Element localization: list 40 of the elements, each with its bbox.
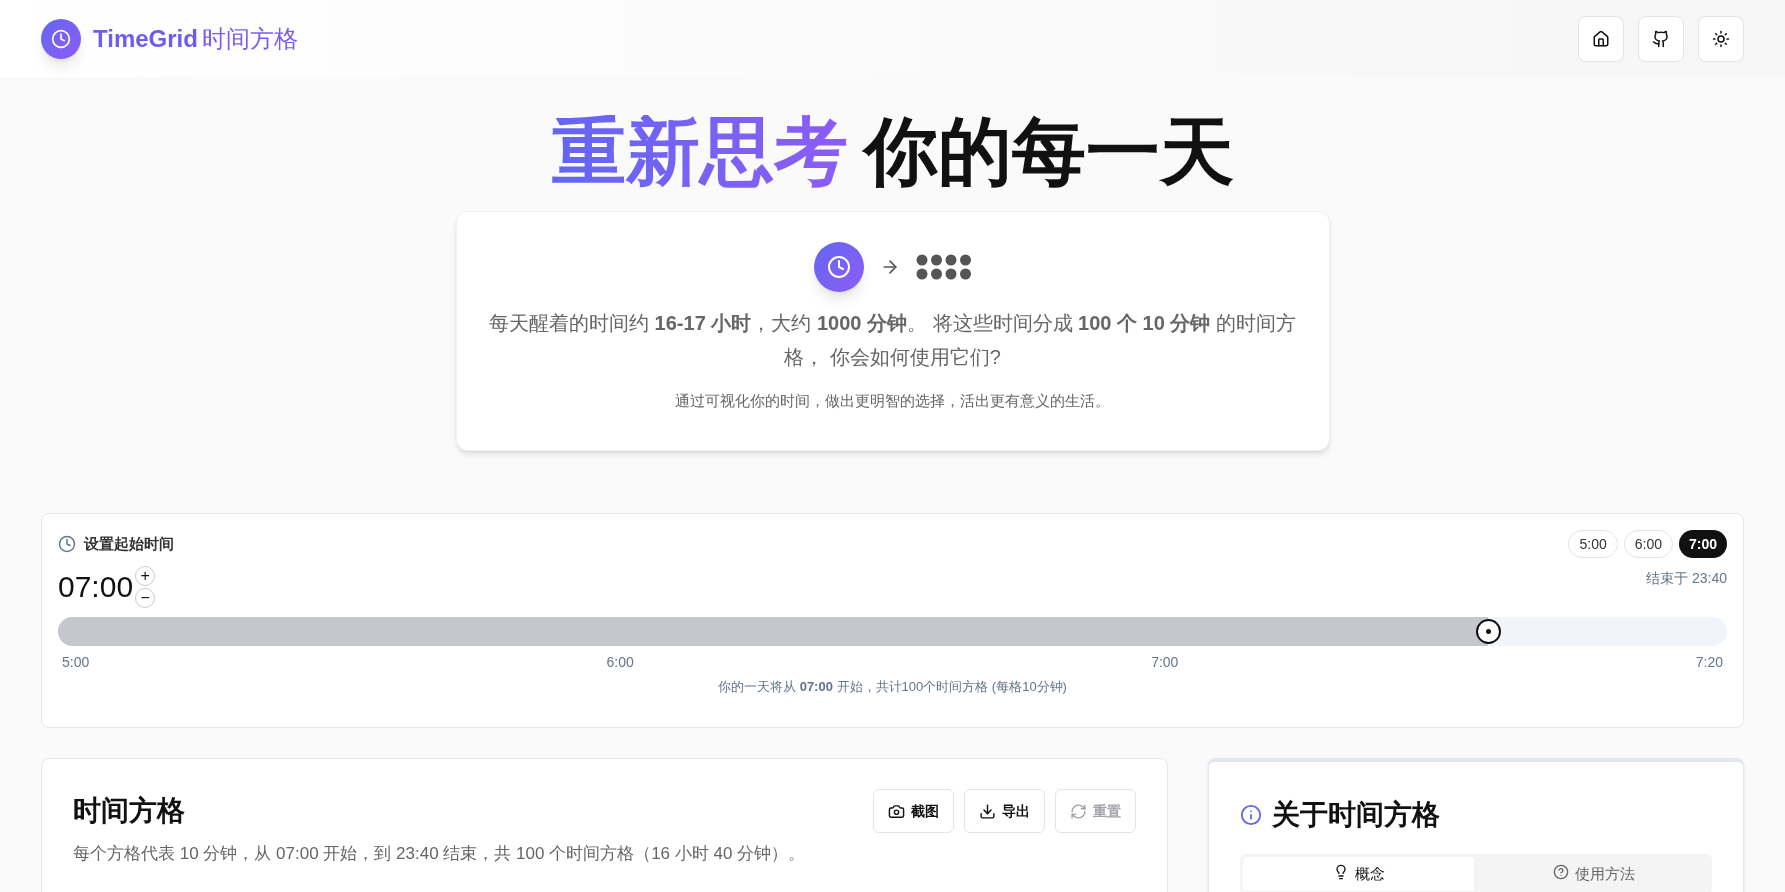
tab[interactable]: 使用方法 xyxy=(1478,857,1709,891)
slider-tick-label: 7:00 xyxy=(1151,653,1179,672)
tab[interactable]: 概念 xyxy=(1243,857,1474,891)
slider-tick-label: 6:00 xyxy=(606,653,634,672)
github-button[interactable] xyxy=(1638,15,1684,62)
slider-tick-label: 5:00 xyxy=(62,653,90,672)
intro-paragraph: 每天醒着的时间约 16-17 小时，大约 1000 分钟。 将这些时间分成 100 个 10 分钟 的时间方格， 你会如何使用它们? xyxy=(488,311,1297,370)
clock-icon xyxy=(58,535,76,553)
time-preset-button[interactable]: 5:00 xyxy=(1568,530,1618,558)
section-title: 设置起始时间 xyxy=(84,533,174,554)
brand-name[interactable]: TimeGrid xyxy=(93,20,198,57)
slider-tick-label: 7:20 xyxy=(1695,653,1723,672)
tagline: 通过可视化你的时间，做出更明智的选择，活出更有意义的生活。 xyxy=(675,391,1110,411)
theme-toggle-button[interactable] xyxy=(1698,15,1744,62)
time-preset-button[interactable]: 6:00 xyxy=(1623,530,1673,558)
card-description: 每个方格代表 10 分钟，从 07:00 开始，到 23:40 结束，共 100 个时间方格（16 小时 40 分钟）。 xyxy=(73,843,807,865)
brand-subtitle: 时间方格 xyxy=(201,23,298,54)
slider-thumb[interactable] xyxy=(1476,619,1502,644)
refresh-icon xyxy=(1070,802,1087,820)
clock-icon xyxy=(813,242,864,292)
headline-accent: 重新思考 xyxy=(551,115,848,189)
end-time-label: 结束于 23:40 xyxy=(1646,569,1727,588)
home-button[interactable] xyxy=(1578,15,1624,62)
start-summary: 你的一天将从 07:00 开始，共计100个时间方格 (每格10分钟) xyxy=(717,678,1068,696)
sun-icon xyxy=(1712,29,1730,48)
home-icon xyxy=(1592,29,1610,48)
card-title: 关于时间方格 xyxy=(1272,798,1440,832)
export-button[interactable]: 导出 xyxy=(964,789,1045,833)
time-preset-button[interactable]: 7:00 xyxy=(1678,530,1727,558)
screenshot-button[interactable]: 截图 xyxy=(873,789,954,833)
dot-grid-icon xyxy=(915,254,972,280)
info-icon xyxy=(1240,804,1262,826)
download-icon xyxy=(979,802,996,820)
camera-icon xyxy=(888,802,905,820)
help-icon xyxy=(1552,864,1569,880)
github-icon xyxy=(1652,29,1670,48)
headline: 你的每一天 xyxy=(863,115,1234,189)
card-title: 时间方格 xyxy=(73,794,185,828)
clock-logo-icon xyxy=(41,18,81,59)
start-time-value: 07:00 xyxy=(58,569,134,605)
